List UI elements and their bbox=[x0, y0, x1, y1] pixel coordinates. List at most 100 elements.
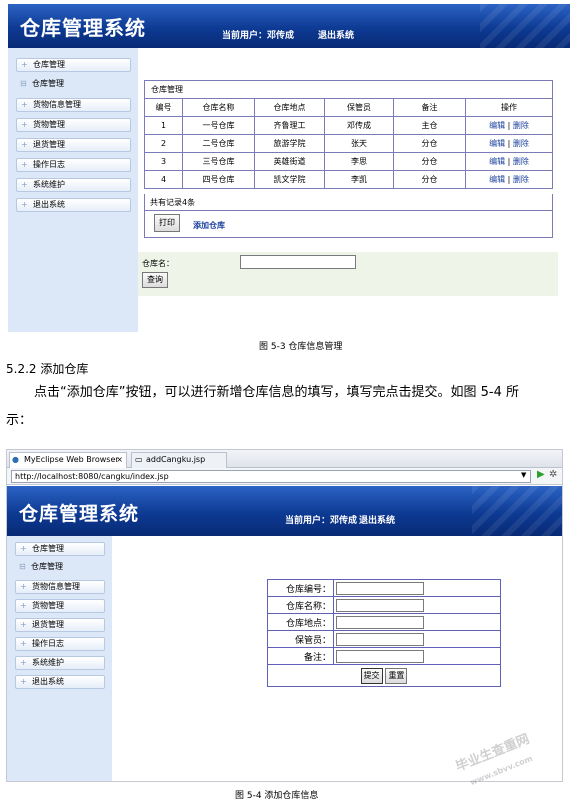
tab-add-cangku[interactable]: ▭ addCangku.jsp bbox=[131, 452, 227, 468]
sidebar-item-returns[interactable]: + 退货管理 bbox=[16, 138, 131, 152]
cell-note: 分仓 bbox=[393, 170, 466, 189]
cell-location: 齐鲁理工 bbox=[254, 116, 325, 135]
sidebar-item-goods-info[interactable]: + 货物信息管理 bbox=[15, 580, 105, 594]
top-screenshot: 仓库管理系统 当前用户：邓传成 退出系统 + 仓库管理 ⊟ 仓库管理 + 货物信息管理… bbox=[8, 4, 570, 332]
minus-icon: ⊟ bbox=[20, 79, 27, 88]
search-label: 仓库名： bbox=[142, 259, 174, 268]
section-heading: 5.2.2 添加仓库 bbox=[6, 362, 89, 376]
sidebar-item-system[interactable]: + 系统维护 bbox=[15, 656, 105, 670]
cell-id: 3 bbox=[144, 152, 183, 171]
form-button-row: 提交 重置 bbox=[267, 664, 501, 687]
sidebar-item-exit[interactable]: + 退出系统 bbox=[15, 675, 105, 689]
table-row: 4 四号仓库 凯文学院 李凯 分仓 编辑 | 删除 bbox=[144, 170, 553, 189]
reset-button[interactable]: 重置 bbox=[385, 667, 408, 684]
sidebar-item-system[interactable]: + 系统维护 bbox=[16, 178, 131, 192]
url-input[interactable]: http://localhost:8080/cangku/index.jsp bbox=[11, 470, 531, 483]
form-cell bbox=[333, 647, 501, 665]
col-header: 备注 bbox=[393, 98, 466, 117]
cell-id: 1 bbox=[144, 116, 183, 135]
plus-icon: + bbox=[21, 200, 28, 209]
add-warehouse-link[interactable]: 添加仓库 bbox=[193, 220, 225, 231]
warehouse-id-input[interactable] bbox=[336, 581, 424, 595]
delete-link[interactable]: 删除 bbox=[513, 121, 529, 130]
edit-link[interactable]: 编辑 bbox=[489, 139, 505, 148]
search-button[interactable]: 查询 bbox=[142, 272, 168, 288]
cell-location: 英雄街道 bbox=[254, 152, 325, 171]
close-icon[interactable]: × bbox=[116, 453, 123, 467]
table-footer: 共有记录4条 打印 添加仓库 bbox=[144, 194, 553, 238]
sidebar-item-goods-info[interactable]: + 货物信息管理 bbox=[16, 98, 131, 112]
sidebar-item-warehouse-sub[interactable]: ⊟ 仓库管理 bbox=[16, 78, 131, 92]
cell-location: 凯文学院 bbox=[254, 170, 325, 189]
form-row: 仓库地点： bbox=[267, 613, 501, 631]
edit-link[interactable]: 编辑 bbox=[489, 175, 505, 184]
figure-caption-1: 图 5-3 仓库信息管理 bbox=[259, 342, 343, 352]
sidebar-item-goods[interactable]: + 货物管理 bbox=[16, 118, 131, 132]
tab-web-browser[interactable]: ● MyEclipse Web Browser × bbox=[9, 452, 127, 468]
keeper-input[interactable] bbox=[336, 632, 424, 646]
edit-link[interactable]: 编辑 bbox=[489, 157, 505, 166]
cell-actions: 编辑 | 删除 bbox=[465, 170, 553, 189]
note-input[interactable] bbox=[336, 649, 424, 663]
sidebar-item-warehouse-mgmt[interactable]: + 仓库管理 bbox=[16, 58, 131, 72]
plus-icon: + bbox=[20, 677, 27, 686]
plus-icon: + bbox=[21, 160, 28, 169]
print-button[interactable]: 打印 bbox=[154, 214, 180, 232]
address-bar: http://localhost:8080/cangku/index.jsp ▼… bbox=[7, 468, 562, 485]
plus-icon: + bbox=[21, 180, 28, 189]
search-area: 仓库名： 查询 bbox=[138, 252, 558, 296]
col-header: 仓库地点 bbox=[254, 98, 325, 117]
sidebar-item-returns[interactable]: + 退货管理 bbox=[15, 618, 105, 632]
cell-name: 一号仓库 bbox=[182, 116, 255, 135]
warehouse-name-input[interactable] bbox=[240, 255, 356, 269]
table-header-row: 编号 仓库名称 仓库地点 保管员 备注 操作 bbox=[144, 98, 553, 117]
delete-link[interactable]: 删除 bbox=[513, 175, 529, 184]
sidebar-item-warehouse-mgmt[interactable]: + 仓库管理 bbox=[15, 542, 105, 556]
cell-name: 三号仓库 bbox=[182, 152, 255, 171]
logout-link[interactable]: 退出系统 bbox=[359, 513, 395, 526]
plus-icon: + bbox=[20, 658, 27, 667]
header-banner: 仓库管理系统 当前用户：邓传成 退出系统 bbox=[8, 4, 570, 48]
sidebar-item-logs[interactable]: + 操作日志 bbox=[16, 158, 131, 172]
banner-decoration bbox=[480, 4, 570, 48]
sidebar: + 仓库管理 ⊟ 仓库管理 + 货物信息管理 + 货物管理 + 退货管理 + 操作日志 + 系… bbox=[7, 536, 112, 781]
sidebar-item-goods[interactable]: + 货物管理 bbox=[15, 599, 105, 613]
warehouse-name-input[interactable] bbox=[336, 598, 424, 612]
form-cell bbox=[333, 630, 501, 648]
field-label: 备注： bbox=[267, 647, 334, 665]
cell-keeper: 李思 bbox=[324, 152, 394, 171]
globe-icon: ● bbox=[12, 455, 19, 464]
sidebar-item-exit[interactable]: + 退出系统 bbox=[16, 198, 131, 212]
app-logo: 仓库管理系统 bbox=[20, 16, 146, 40]
cell-keeper: 张天 bbox=[324, 134, 394, 153]
edit-link[interactable]: 编辑 bbox=[489, 121, 505, 130]
settings-icon[interactable]: ✲ bbox=[549, 469, 557, 480]
delete-link[interactable]: 删除 bbox=[513, 157, 529, 166]
warehouse-location-input[interactable] bbox=[336, 615, 424, 629]
col-header: 编号 bbox=[144, 98, 183, 117]
dropdown-icon[interactable]: ▼ bbox=[521, 471, 526, 479]
cell-actions: 编辑 | 删除 bbox=[465, 134, 553, 153]
cell-note: 分仓 bbox=[393, 152, 466, 171]
form-buttons: 提交 重置 bbox=[267, 664, 501, 687]
sidebar-item-logs[interactable]: + 操作日志 bbox=[15, 637, 105, 651]
current-user-label: 当前用户：邓传成 bbox=[285, 516, 358, 526]
minus-icon: ⊟ bbox=[19, 562, 26, 571]
bottom-screenshot: ● MyEclipse Web Browser × ▭ addCangku.jsp h… bbox=[6, 449, 563, 782]
form-cell bbox=[333, 596, 501, 614]
sidebar-bg: + 仓库管理 ⊟ 仓库管理 + 货物信息管理 + 货物管理 + 退货管理 + 操作日志 + 系… bbox=[8, 48, 138, 332]
delete-link[interactable]: 删除 bbox=[513, 139, 529, 148]
sidebar-item-warehouse-sub[interactable]: ⊟ 仓库管理 bbox=[15, 561, 105, 575]
banner-decoration bbox=[472, 486, 562, 536]
go-icon[interactable]: ▶ bbox=[537, 469, 545, 480]
cell-id: 4 bbox=[144, 170, 183, 189]
submit-button[interactable]: 提交 bbox=[360, 667, 383, 684]
cell-id: 2 bbox=[144, 134, 183, 153]
paragraph-line-1: 点击“添加仓库”按钮，可以进行新增仓库信息的填写，填写完点击提交。如图 5-4 … bbox=[34, 385, 519, 400]
cell-note: 主仓 bbox=[393, 116, 466, 135]
cell-location: 旅游学院 bbox=[254, 134, 325, 153]
plus-icon: + bbox=[20, 544, 27, 553]
plus-icon: + bbox=[21, 60, 28, 69]
plus-icon: + bbox=[20, 582, 27, 591]
logout-link[interactable]: 退出系统 bbox=[318, 28, 354, 41]
